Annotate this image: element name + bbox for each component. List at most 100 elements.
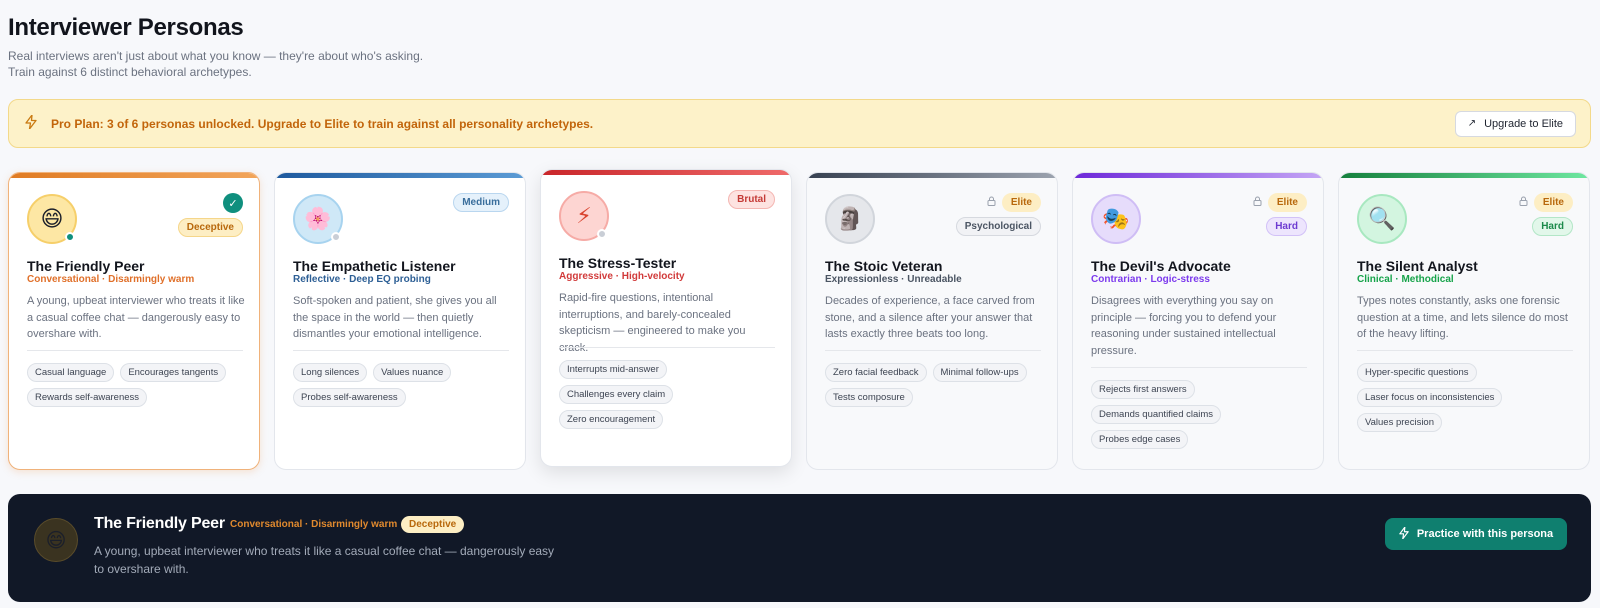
persona-tagline: Expressionless · Unreadable [825, 274, 962, 285]
upgrade-button-label: Upgrade to Elite [1484, 117, 1563, 130]
elite-badge: Elite [1267, 193, 1307, 212]
persona-description: Types notes constantly, asks one forensi… [1357, 295, 1568, 340]
difficulty-badge: Psychological [955, 217, 1041, 236]
page-title: Interviewer Personas [8, 14, 244, 41]
page-header: Interviewer Personas Real interviews are… [8, 14, 468, 80]
card-divider [293, 350, 509, 351]
card-divider [1357, 350, 1573, 351]
selected-check-icon: ✓ [223, 193, 243, 213]
persona-tag: Values precision [1357, 413, 1443, 432]
persona-emoji: 🔍 [1368, 206, 1396, 231]
persona-emoji: 😄 [45, 529, 67, 552]
selected-persona-description: A young, upbeat interviewer who treats i… [94, 544, 555, 576]
persona-tagline: Aggressive · High-velocity [559, 271, 685, 282]
selected-persona-avatar: 😄 [34, 518, 78, 562]
persona-avatar: 🔍 [1357, 194, 1407, 244]
card-divider [559, 347, 775, 348]
persona-tag: Long silences [293, 363, 368, 382]
persona-tag: Tests composure [825, 388, 913, 407]
elite-badge: Elite [1001, 193, 1041, 212]
arrow-up-right-icon: ↗ [1467, 118, 1477, 129]
difficulty-badge: Hard [1532, 217, 1573, 236]
card-badges: Elite Hard [1519, 193, 1573, 236]
lightning-icon [25, 114, 45, 132]
card-badges: Elite Psychological [955, 193, 1041, 236]
persona-tag: Rewards self-awareness [27, 388, 148, 407]
persona-emoji: 🌸 [304, 206, 332, 231]
persona-name: The Devil's Advocate [1091, 258, 1231, 274]
persona-tags: Interrupts mid-answer Challenges every c… [559, 360, 779, 429]
lock-icon [1519, 196, 1528, 209]
lock-icon [987, 196, 996, 209]
persona-tag: Challenges every claim [559, 385, 674, 404]
persona-emoji: ⚡ [576, 203, 592, 228]
persona-tag: Minimal follow-ups [932, 363, 1027, 382]
persona-card-silent-analyst[interactable]: 🔍 Elite Hard The Silent Analyst Clinical… [1338, 172, 1590, 470]
persona-emoji: 🎭 [1102, 206, 1130, 231]
card-badges: ✓ Deceptive [177, 193, 243, 237]
selected-persona-badge: Deceptive [401, 516, 465, 533]
difficulty-badge: Brutal [728, 190, 775, 209]
persona-card-friendly-peer[interactable]: 😄 ✓ Deceptive The Friendly Peer Conversa… [8, 172, 260, 470]
persona-tags: Hyper-specific questions Laser focus on … [1357, 363, 1577, 432]
persona-tag: Probes edge cases [1091, 430, 1189, 449]
selected-persona-name: The Friendly Peer [94, 515, 225, 532]
persona-tag: Hyper-specific questions [1357, 363, 1477, 382]
lightning-icon [1399, 526, 1409, 542]
persona-avatar: 🎭 [1091, 194, 1141, 244]
persona-name: The Stress-Tester [559, 255, 677, 271]
persona-tag: Laser focus on inconsistencies [1357, 388, 1503, 407]
card-accent-bar [1339, 173, 1589, 178]
card-accent-bar [1073, 173, 1323, 178]
persona-tags: Long silences Values nuance Probes self-… [293, 363, 513, 407]
persona-avatar: 🗿 [825, 194, 875, 244]
card-divider [27, 350, 243, 351]
difficulty-badge: Medium [453, 193, 509, 212]
persona-card-stress-tester[interactable]: ⚡ Brutal The Stress-Tester Aggressive · … [540, 169, 792, 467]
persona-tag: Interrupts mid-answer [559, 360, 667, 379]
persona-description: Decades of experience, a face carved fro… [825, 295, 1035, 340]
persona-tagline: Clinical · Methodical [1357, 274, 1454, 285]
card-accent-bar [541, 170, 791, 175]
persona-description: Soft-spoken and patient, she gives you a… [293, 295, 497, 340]
persona-description: Disagrees with everything you say on pri… [1091, 295, 1277, 357]
online-status-dot [65, 232, 75, 242]
offline-status-dot [331, 232, 341, 242]
persona-name: The Friendly Peer [27, 258, 145, 274]
selected-persona-panel: 😄 The Friendly Peer Conversational · Dis… [8, 494, 1591, 602]
persona-card-stoic-veteran[interactable]: 🗿 Elite Psychological The Stoic Veteran … [806, 172, 1058, 470]
practice-button-label: Practice with this persona [1416, 528, 1554, 540]
persona-tags: Zero facial feedback Minimal follow-ups … [825, 363, 1045, 407]
persona-name: The Silent Analyst [1357, 258, 1478, 274]
card-accent-bar [9, 173, 259, 178]
persona-tags: Casual language Encourages tangents Rewa… [27, 363, 247, 407]
persona-name: The Stoic Veteran [825, 258, 943, 274]
page-subtitle: Real interviews aren't just about what y… [8, 49, 424, 79]
persona-tag: Encourages tangents [120, 363, 227, 382]
card-badges: Elite Hard [1253, 193, 1307, 236]
elite-badge: Elite [1533, 193, 1573, 212]
lock-icon [1253, 196, 1262, 209]
persona-tag: Zero facial feedback [825, 363, 927, 382]
persona-card-empathetic-listener[interactable]: 🌸 Medium The Empathetic Listener Reflect… [274, 172, 526, 470]
persona-tag: Values nuance [373, 363, 452, 382]
card-badges: Brutal [728, 190, 775, 209]
persona-tagline: Reflective · Deep EQ probing [293, 274, 431, 285]
persona-tag: Probes self-awareness [293, 388, 406, 407]
persona-description: A young, upbeat interviewer who treats i… [27, 295, 245, 340]
plan-banner: Pro Plan: 3 of 6 personas unlocked. Upgr… [8, 99, 1591, 148]
selected-persona-tagline: Conversational · Disarmingly warm [230, 519, 398, 530]
banner-text: Pro Plan: 3 of 6 personas unlocked. Upgr… [51, 116, 594, 131]
persona-card-devils-advocate[interactable]: 🎭 Elite Hard The Devil's Advocate Contra… [1072, 172, 1324, 470]
card-divider [1091, 367, 1307, 368]
practice-button[interactable]: Practice with this persona [1385, 518, 1567, 550]
card-accent-bar [807, 173, 1057, 178]
card-badges: Medium [453, 193, 509, 212]
difficulty-badge: Hard [1266, 217, 1307, 236]
persona-tagline: Conversational · Disarmingly warm [27, 274, 195, 285]
persona-tag: Casual language [27, 363, 115, 382]
persona-tags: Rejects first answers Demands quantified… [1091, 380, 1311, 449]
persona-tag: Demands quantified claims [1091, 405, 1222, 424]
upgrade-button[interactable]: ↗ Upgrade to Elite [1454, 110, 1576, 137]
persona-emoji: 😄 [40, 206, 64, 231]
